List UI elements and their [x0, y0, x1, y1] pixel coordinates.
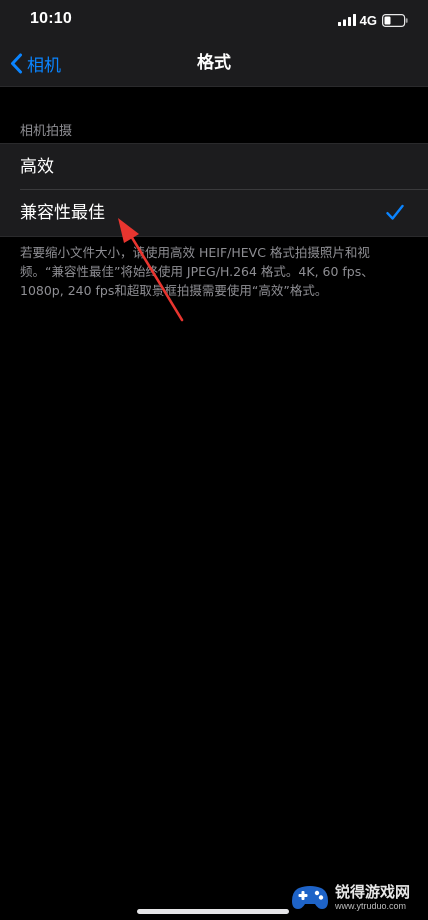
- section-header: 相机拍摄: [20, 124, 73, 139]
- option-most-compatible[interactable]: 兼容性最佳: [0, 190, 428, 236]
- watermark-url: www.ytruduo.com: [335, 900, 407, 911]
- battery-low-icon: [382, 13, 408, 27]
- watermark-text: 锐得游戏网 www.ytruduo.com: [335, 883, 410, 912]
- cellular-signal-icon: [337, 14, 356, 26]
- status-time: 10:10: [30, 10, 72, 27]
- option-label: 高效: [20, 157, 54, 177]
- checkmark-icon: [386, 204, 404, 220]
- format-description: 若要缩小文件大小，请使用高效 HEIF/HEVC 格式拍摄照片和视频。“兼容性最…: [20, 245, 374, 298]
- home-indicator[interactable]: [137, 909, 289, 914]
- site-watermark: 锐得游戏网 www.ytruduo.com: [290, 878, 424, 916]
- navigation-bar: 相机 格式: [0, 40, 428, 87]
- format-options-group: 高效 兼容性最佳: [0, 143, 428, 237]
- option-high-efficiency[interactable]: 高效: [0, 144, 428, 190]
- status-bar: 10:10 4G: [0, 0, 428, 40]
- gamepad-logo-icon: [292, 886, 328, 909]
- network-type: 4G: [359, 12, 377, 28]
- watermark-name: 锐得游戏网: [335, 882, 411, 901]
- page-title: 格式: [197, 53, 231, 73]
- status-indicators: 4G: [337, 12, 408, 28]
- option-label: 兼容性最佳: [20, 203, 105, 223]
